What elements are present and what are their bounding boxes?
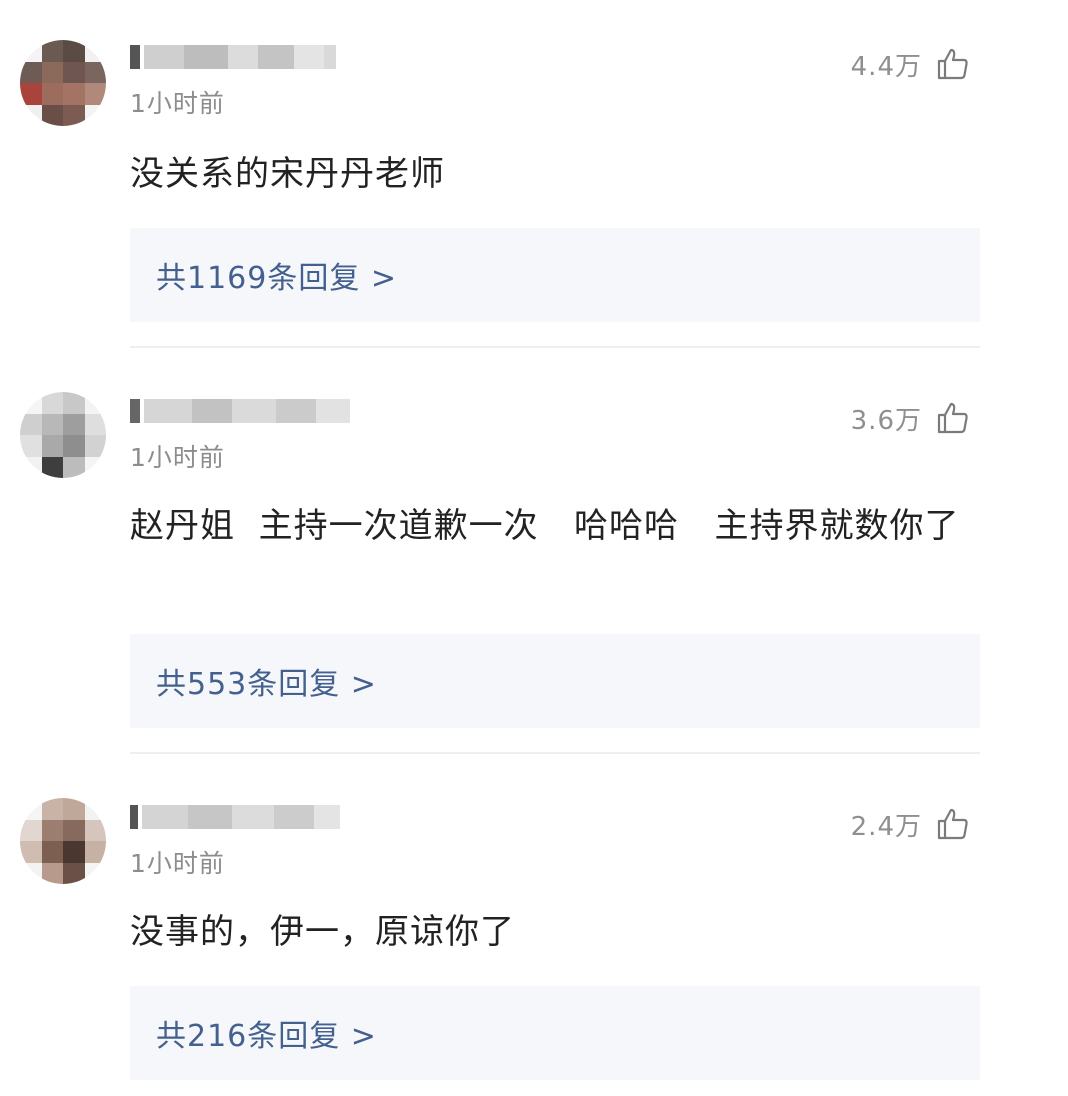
comment-text: 没事的，伊一，原谅你了	[130, 912, 515, 952]
like-group[interactable]: 3.6万	[851, 398, 970, 438]
avatar-pixel	[63, 413, 85, 435]
avatar-pixel	[20, 798, 42, 820]
comment-time: 1小时前	[130, 443, 225, 472]
avatar-pixel	[41, 798, 63, 820]
avatar-pixel	[63, 456, 85, 478]
avatar-pixel	[63, 392, 85, 414]
avatar-pixel	[41, 862, 63, 884]
like-group[interactable]: 2.4万	[851, 804, 970, 844]
avatar-pixel	[41, 413, 63, 435]
avatar-pixel	[20, 456, 42, 478]
like-count: 4.4万	[850, 51, 922, 82]
avatar-pixel	[84, 83, 106, 105]
avatar-pixel	[63, 104, 85, 126]
username-blurred[interactable]	[130, 44, 336, 70]
avatar-pixel	[63, 819, 85, 841]
avatar-pixel	[41, 456, 63, 478]
avatar-pixel	[41, 83, 63, 105]
username-blurred[interactable]	[130, 804, 340, 830]
view-replies-button[interactable]: 共1169条回复 >	[130, 228, 980, 322]
reply-count-label: 共553条回复 >	[156, 667, 377, 702]
avatar-pixel	[20, 862, 42, 884]
avatar-pixel	[20, 819, 42, 841]
avatar-pixel	[84, 392, 106, 414]
avatar-pixel	[63, 862, 85, 884]
avatar-pixel	[41, 104, 63, 126]
avatar-pixel	[84, 435, 106, 457]
like-count: 3.6万	[850, 405, 922, 436]
thumbs-up-icon[interactable]	[936, 807, 970, 841]
username-blurred[interactable]	[130, 398, 350, 424]
avatar-pixel	[20, 40, 42, 62]
avatar-pixel	[84, 413, 106, 435]
comment-time: 1小时前	[130, 849, 225, 878]
avatar-pixel	[41, 40, 63, 62]
comment-time: 1小时前	[130, 89, 225, 118]
avatar-pixel	[63, 40, 85, 62]
reply-count-label: 共1169条回复 >	[156, 261, 398, 296]
comment-text: 赵丹姐 主持一次道歉一次 哈哈哈 主持界就数你了	[130, 506, 960, 546]
avatar-pixel	[20, 413, 42, 435]
avatar[interactable]	[20, 798, 106, 884]
avatar[interactable]	[20, 392, 106, 478]
reply-count-label: 共216条回复 >	[156, 1019, 377, 1054]
avatar-pixel	[84, 798, 106, 820]
avatar-pixel	[20, 392, 42, 414]
avatar-pixel	[63, 83, 85, 105]
avatar-pixel	[20, 435, 42, 457]
avatar-pixel	[84, 819, 106, 841]
avatar-pixel	[41, 819, 63, 841]
avatar-pixel	[41, 392, 63, 414]
comment-text: 没关系的宋丹丹老师	[130, 154, 445, 194]
avatar-pixel	[41, 61, 63, 83]
avatar-pixel	[20, 104, 42, 126]
avatar-pixel	[41, 435, 63, 457]
avatar-pixel	[41, 841, 63, 863]
avatar-pixel	[84, 841, 106, 863]
avatar-pixel	[20, 61, 42, 83]
divider	[130, 752, 980, 754]
like-count: 2.4万	[850, 811, 922, 842]
avatar-pixel	[84, 456, 106, 478]
divider	[130, 346, 980, 348]
thumbs-up-icon[interactable]	[936, 401, 970, 435]
avatar-pixel	[84, 104, 106, 126]
thumbs-up-icon[interactable]	[936, 47, 970, 81]
avatar-pixel	[84, 862, 106, 884]
view-replies-button[interactable]: 共553条回复 >	[130, 634, 980, 728]
avatar-pixel	[63, 798, 85, 820]
avatar-pixel	[84, 61, 106, 83]
avatar-pixel	[63, 435, 85, 457]
avatar[interactable]	[20, 40, 106, 126]
avatar-pixel	[84, 40, 106, 62]
avatar-pixel	[63, 841, 85, 863]
avatar-pixel	[20, 841, 42, 863]
like-group[interactable]: 4.4万	[851, 44, 970, 84]
avatar-pixel	[20, 83, 42, 105]
view-replies-button[interactable]: 共216条回复 >	[130, 986, 980, 1080]
avatar-pixel	[63, 61, 85, 83]
